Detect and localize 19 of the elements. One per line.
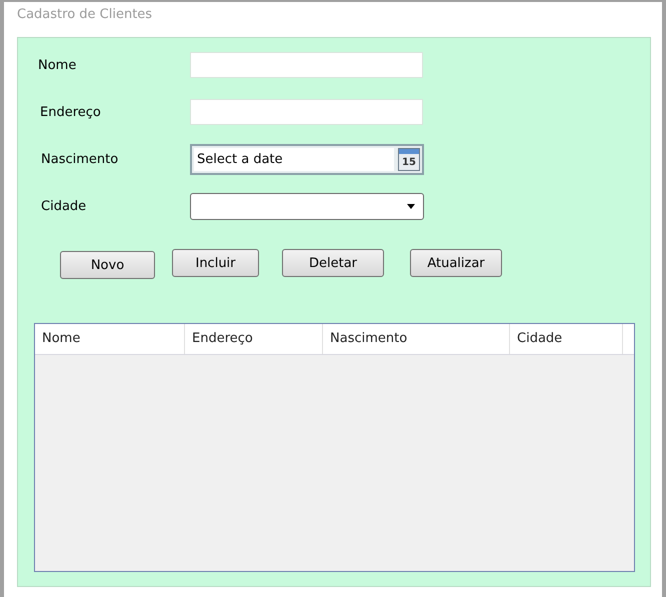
column-header[interactable]: Nascimento bbox=[323, 324, 510, 354]
column-header[interactable]: Nome bbox=[35, 324, 185, 354]
calendar-icon[interactable]: 15 bbox=[398, 148, 420, 170]
action-button[interactable]: Deletar bbox=[282, 249, 384, 277]
column-header[interactable]: Cidade bbox=[510, 324, 623, 354]
date-picker[interactable]: Select a date 15 bbox=[190, 144, 424, 174]
dropdown-arrow-icon bbox=[407, 204, 415, 208]
field-label: Nascimento bbox=[41, 152, 120, 166]
field-label: Endereço bbox=[40, 104, 102, 120]
field-label: Nome bbox=[38, 58, 78, 72]
column-header[interactable]: Endereço bbox=[185, 324, 323, 354]
action-button[interactable]: Atualizar bbox=[410, 249, 502, 277]
window-title: Cadastro de Clientes bbox=[17, 7, 152, 22]
field-label: Cidade bbox=[41, 198, 88, 214]
action-button[interactable]: Novo bbox=[60, 251, 155, 279]
city-dropdown[interactable] bbox=[190, 192, 424, 220]
action-button[interactable]: Incluir bbox=[172, 249, 259, 277]
text-input[interactable] bbox=[190, 99, 423, 125]
text-input[interactable] bbox=[190, 52, 423, 78]
